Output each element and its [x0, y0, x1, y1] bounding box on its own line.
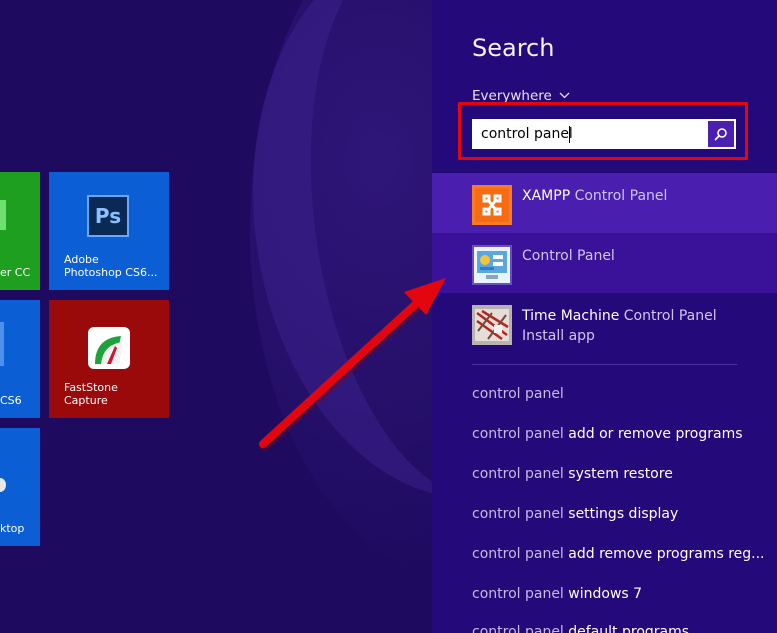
tile-photoshop[interactable]: Ps Adobe Photoshop CS6... — [49, 172, 169, 290]
annotation-highlight-box — [458, 102, 748, 160]
result-subtitle: Install app — [522, 328, 595, 344]
suggestion-item[interactable]: control panel windows 7 — [472, 586, 642, 602]
suggestion-query: control panel — [472, 506, 564, 522]
suggestion-query: control panel — [472, 466, 564, 482]
result-title: Control Panel — [522, 248, 615, 264]
faststone-icon — [88, 327, 130, 369]
result-highlight: Time Machine — [522, 308, 620, 324]
suggestion-item[interactable]: control panel system restore — [472, 466, 673, 482]
result-title: Control Panel — [570, 188, 668, 204]
search-pane: Search Everywhere XAMPP Control Panel Co… — [432, 0, 777, 633]
xampp-icon — [472, 185, 512, 225]
tile-partial-desktop[interactable]: ktop — [0, 428, 40, 546]
tile-label: Adobe Photoshop CS6... — [64, 253, 158, 279]
suggestion-query: control panel — [472, 586, 564, 602]
tile-partial-blue[interactable]: CS6 — [0, 300, 40, 418]
chevron-down-icon — [559, 87, 570, 103]
result-xampp-control-panel[interactable]: XAMPP Control Panel — [432, 173, 777, 233]
tile-label: ktop — [0, 522, 25, 535]
suggestion-term: settings display — [563, 506, 679, 522]
result-title: Control Panel — [619, 308, 717, 324]
app-icon — [0, 200, 6, 230]
suggestion-item[interactable]: control panel add or remove programs — [472, 426, 743, 442]
app-icon — [0, 322, 4, 366]
suggestion-term: system restore — [563, 466, 673, 482]
control-panel-icon — [472, 245, 512, 285]
suggestion-term: windows 7 — [563, 586, 643, 602]
search-title: Search — [472, 34, 555, 62]
app-icon — [0, 478, 6, 492]
suggestion-item[interactable]: control panel add remove programs reg... — [472, 546, 765, 562]
suggestion-query: control panel — [472, 386, 564, 402]
suggestion-term: default programs — [563, 624, 690, 633]
result-control-panel[interactable]: Control Panel — [432, 233, 777, 293]
tile-label: FastStone Capture — [64, 381, 118, 407]
suggestion-query: control panel — [472, 624, 564, 633]
suggestion-item[interactable]: control panel settings display — [472, 506, 678, 522]
suggestion-item[interactable]: control panel — [472, 386, 564, 402]
photoshop-icon: Ps — [87, 195, 129, 237]
time-machine-icon — [472, 305, 512, 345]
suggestion-query: control panel — [472, 546, 564, 562]
photoshop-icon-text: Ps — [94, 203, 122, 228]
tile-label: er CC — [0, 266, 31, 279]
result-time-machine-control-panel[interactable]: Time Machine Control Panel Install app — [432, 293, 777, 355]
suggestion-term: add or remove programs — [563, 426, 743, 442]
results-divider — [472, 364, 737, 365]
result-highlight: XAMPP — [522, 188, 571, 204]
tile-label: CS6 — [0, 394, 22, 407]
suggestion-item[interactable]: control panel default programs — [472, 624, 689, 633]
tile-partial-green[interactable]: er CC — [0, 172, 40, 290]
suggestion-term: add remove programs reg... — [563, 546, 765, 562]
suggestion-query: control panel — [472, 426, 564, 442]
tile-faststone[interactable]: FastStone Capture — [49, 300, 169, 418]
